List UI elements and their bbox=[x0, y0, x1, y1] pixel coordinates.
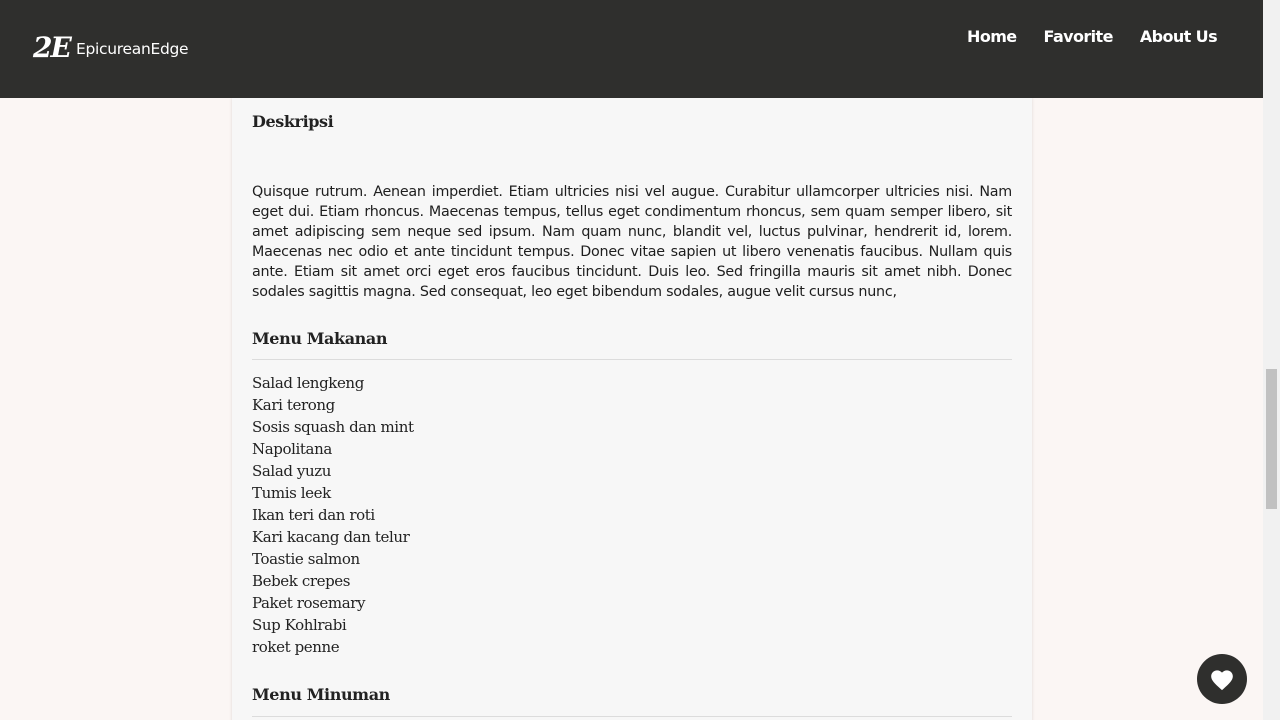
food-menu-divider bbox=[252, 359, 1012, 360]
description-heading: Deskripsi bbox=[252, 112, 334, 131]
nav-home-link[interactable]: Home bbox=[967, 27, 1017, 47]
food-menu-item: Paket rosemary bbox=[252, 594, 366, 612]
food-menu-item: Tumis leek bbox=[252, 484, 331, 502]
scrollbar-thumb[interactable] bbox=[1266, 369, 1277, 509]
food-menu-item: Sosis squash dan mint bbox=[252, 418, 414, 436]
navbar: 2E EpicureanEdge Home Favorite About Us bbox=[0, 0, 1263, 98]
food-menu-list: Salad lengkeng Kari terong Sosis squash … bbox=[252, 372, 414, 658]
food-menu-item: Bebek crepes bbox=[252, 572, 351, 590]
restaurant-detail-card: Deskripsi Quisque rutrum. Aenean imperdi… bbox=[232, 98, 1032, 720]
page-scrollbar[interactable] bbox=[1263, 0, 1280, 720]
brand-link[interactable]: 2E EpicureanEdge bbox=[33, 31, 189, 64]
brand-logo-icon: 2E bbox=[33, 31, 72, 64]
food-menu-item: Napolitana bbox=[252, 440, 332, 458]
description-text: Quisque rutrum. Aenean imperdiet. Etiam … bbox=[252, 184, 1012, 300]
food-menu-item: Salad lengkeng bbox=[252, 374, 364, 392]
heart-icon bbox=[1211, 670, 1233, 691]
food-menu-item: Kari terong bbox=[252, 396, 335, 414]
food-menu-heading: Menu Makanan bbox=[252, 329, 388, 348]
drink-menu-heading: Menu Minuman bbox=[252, 685, 390, 704]
favorite-button[interactable] bbox=[1197, 654, 1247, 704]
food-menu-item: Ikan teri dan roti bbox=[252, 506, 375, 524]
food-menu-item: Salad yuzu bbox=[252, 462, 332, 480]
nav-links: Home Favorite About Us bbox=[940, 27, 1218, 47]
food-menu-item: Kari kacang dan telur bbox=[252, 528, 410, 546]
food-menu-item: Sup Kohlrabi bbox=[252, 616, 347, 634]
food-menu-item: roket penne bbox=[252, 638, 340, 656]
drink-menu-divider bbox=[252, 716, 1012, 717]
brand-name: EpicureanEdge bbox=[76, 40, 189, 58]
food-menu-item: Toastie salmon bbox=[252, 550, 360, 568]
nav-about-us-link[interactable]: About Us bbox=[1140, 27, 1218, 47]
nav-favorite-link[interactable]: Favorite bbox=[1044, 27, 1114, 47]
